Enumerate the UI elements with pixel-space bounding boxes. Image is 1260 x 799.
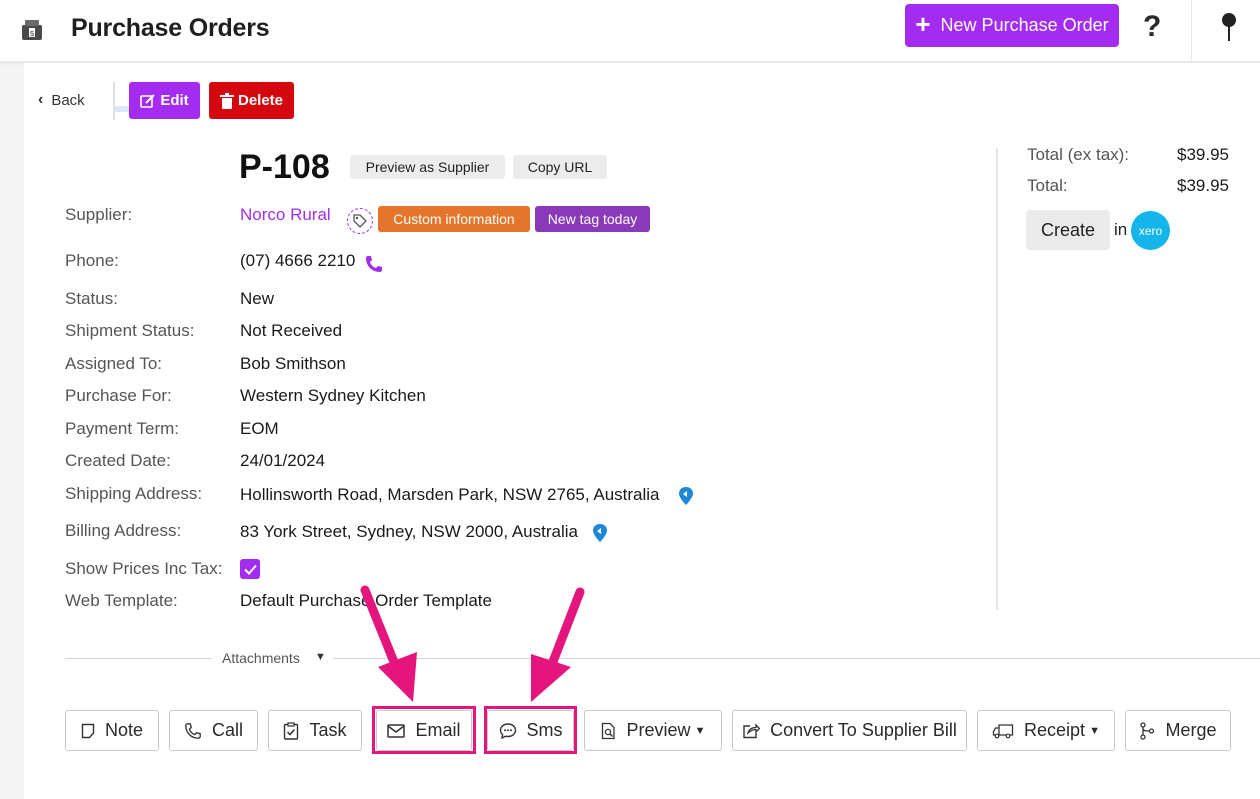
top-header: $ Purchase Orders + New Purchase Order ?	[0, 0, 1260, 62]
purchase-for-label: Purchase For:	[65, 386, 172, 405]
shipping-address-label: Shipping Address:	[65, 484, 203, 503]
note-label: Note	[104, 720, 144, 740]
create-in-xero-button[interactable]: Create	[1026, 210, 1110, 250]
edit-label: Edit	[160, 92, 189, 109]
map-pin-icon[interactable]	[677, 486, 695, 506]
page-title: Purchase Orders	[71, 14, 270, 42]
sms-button[interactable]: Sms	[487, 710, 574, 751]
purchase-for-value: Western Sydney Kitchen	[240, 386, 426, 405]
convert-label: Convert To Supplier Bill	[770, 720, 957, 740]
preview-label: Preview	[626, 720, 691, 740]
email-button[interactable]: Email	[376, 710, 472, 751]
status-label: Status:	[65, 289, 118, 308]
total-value: $39.95	[1177, 176, 1229, 195]
document-search-icon	[601, 722, 615, 739]
email-label: Email	[415, 720, 461, 740]
back-label: Back	[51, 91, 85, 109]
new-purchase-order-label: New Purchase Order	[940, 15, 1109, 35]
totals-divider	[996, 148, 998, 610]
delete-label: Delete	[237, 92, 284, 109]
attachments-divider-left	[65, 658, 212, 659]
merge-icon	[1140, 721, 1155, 740]
cash-box-icon: $	[22, 20, 42, 40]
shipment-status-label: Shipment Status:	[65, 321, 195, 340]
po-number: P-108	[239, 148, 330, 186]
merge-button[interactable]: Merge	[1125, 710, 1231, 751]
preview-button[interactable]: Preview ▼	[584, 710, 722, 751]
status-value: New	[240, 289, 275, 308]
billing-address-value: 83 York Street, Sydney, NSW 2000, Austra…	[240, 522, 578, 541]
caret-down-icon: ▼	[694, 724, 706, 737]
web-template-label: Web Template:	[65, 591, 178, 610]
map-pin-icon[interactable]	[591, 523, 609, 543]
new-purchase-order-button[interactable]: + New Purchase Order	[905, 4, 1119, 47]
preview-as-supplier-button[interactable]: Preview as Supplier	[350, 155, 505, 179]
attachments-divider-right	[333, 658, 1260, 659]
sms-label: Sms	[526, 720, 563, 740]
phone-label: Phone:	[65, 251, 119, 270]
merge-label: Merge	[1165, 720, 1217, 740]
svg-text:$: $	[29, 29, 34, 38]
payment-term-value: EOM	[240, 419, 279, 438]
task-button[interactable]: Task	[268, 710, 362, 751]
xero-logo-icon: xero	[1131, 211, 1170, 250]
share-arrow-icon	[743, 722, 761, 738]
header-divider	[1191, 0, 1192, 62]
in-label: in	[1114, 220, 1128, 239]
truck-icon	[992, 723, 1014, 738]
shipping-address-value: Hollinsworth Road, Marsden Park, NSW 276…	[240, 485, 660, 504]
supplier-label: Supplier:	[65, 205, 133, 224]
envelope-icon	[387, 723, 406, 738]
billing-address-label: Billing Address:	[65, 521, 182, 540]
toolbar-divider	[113, 82, 115, 120]
trash-icon	[219, 92, 234, 109]
created-date-label: Created Date:	[65, 451, 171, 470]
note-button[interactable]: Note	[65, 710, 159, 751]
copy-url-button[interactable]: Copy URL	[513, 155, 607, 179]
task-label: Task	[309, 720, 347, 740]
show-prices-inc-tax-label: Show Prices Inc Tax:	[65, 559, 223, 578]
caret-down-icon[interactable]: ▼	[315, 651, 326, 663]
tag-icon	[353, 214, 367, 228]
total-label: Total:	[1027, 176, 1068, 195]
detail-panel	[24, 63, 1260, 799]
created-date-value: 24/01/2024	[240, 451, 326, 470]
check-icon	[243, 564, 257, 575]
back-button[interactable]: ‹ Back	[38, 91, 85, 109]
help-icon[interactable]: ?	[1143, 10, 1161, 44]
edit-icon	[140, 93, 156, 108]
call-label: Call	[211, 720, 243, 740]
caret-down-icon: ▼	[1089, 724, 1100, 737]
receipt-button[interactable]: Receipt ▼	[977, 710, 1115, 751]
plus-icon: +	[915, 9, 931, 39]
phone-value: (07) 4666 2210	[240, 251, 356, 270]
delete-button[interactable]: Delete	[209, 82, 294, 119]
convert-to-supplier-bill-button[interactable]: Convert To Supplier Bill	[732, 710, 967, 751]
phone-icon[interactable]	[364, 254, 384, 274]
clipboard-check-icon	[284, 721, 299, 740]
payment-term-label: Payment Term:	[65, 419, 180, 438]
total-ex-tax-value: $39.95	[1177, 145, 1229, 164]
assigned-to-label: Assigned To:	[65, 354, 163, 373]
supplier-link[interactable]: Norco Rural	[240, 205, 331, 225]
note-icon	[81, 723, 95, 738]
call-button[interactable]: Call	[169, 710, 258, 751]
shipment-status-value: Not Received	[240, 321, 343, 340]
pin-icon[interactable]	[1218, 12, 1240, 42]
receipt-label: Receipt	[1024, 720, 1086, 740]
tag-new-tag-today[interactable]: New tag today	[535, 206, 650, 232]
edit-button[interactable]: Edit	[129, 82, 200, 119]
assigned-to-value: Bob Smithson	[240, 354, 346, 373]
sms-chat-icon	[499, 722, 516, 739]
add-tag-button[interactable]	[347, 208, 373, 234]
phone-icon	[185, 722, 201, 739]
tag-custom-information[interactable]: Custom information	[378, 206, 530, 232]
chevron-left-icon: ‹	[38, 91, 44, 108]
total-ex-tax-label: Total (ex tax):	[1027, 145, 1130, 164]
attachments-toggle[interactable]: Attachments	[222, 650, 300, 666]
web-template-value: Default Purchase Order Template	[240, 591, 492, 610]
show-prices-inc-tax-checkbox[interactable]	[240, 559, 260, 579]
